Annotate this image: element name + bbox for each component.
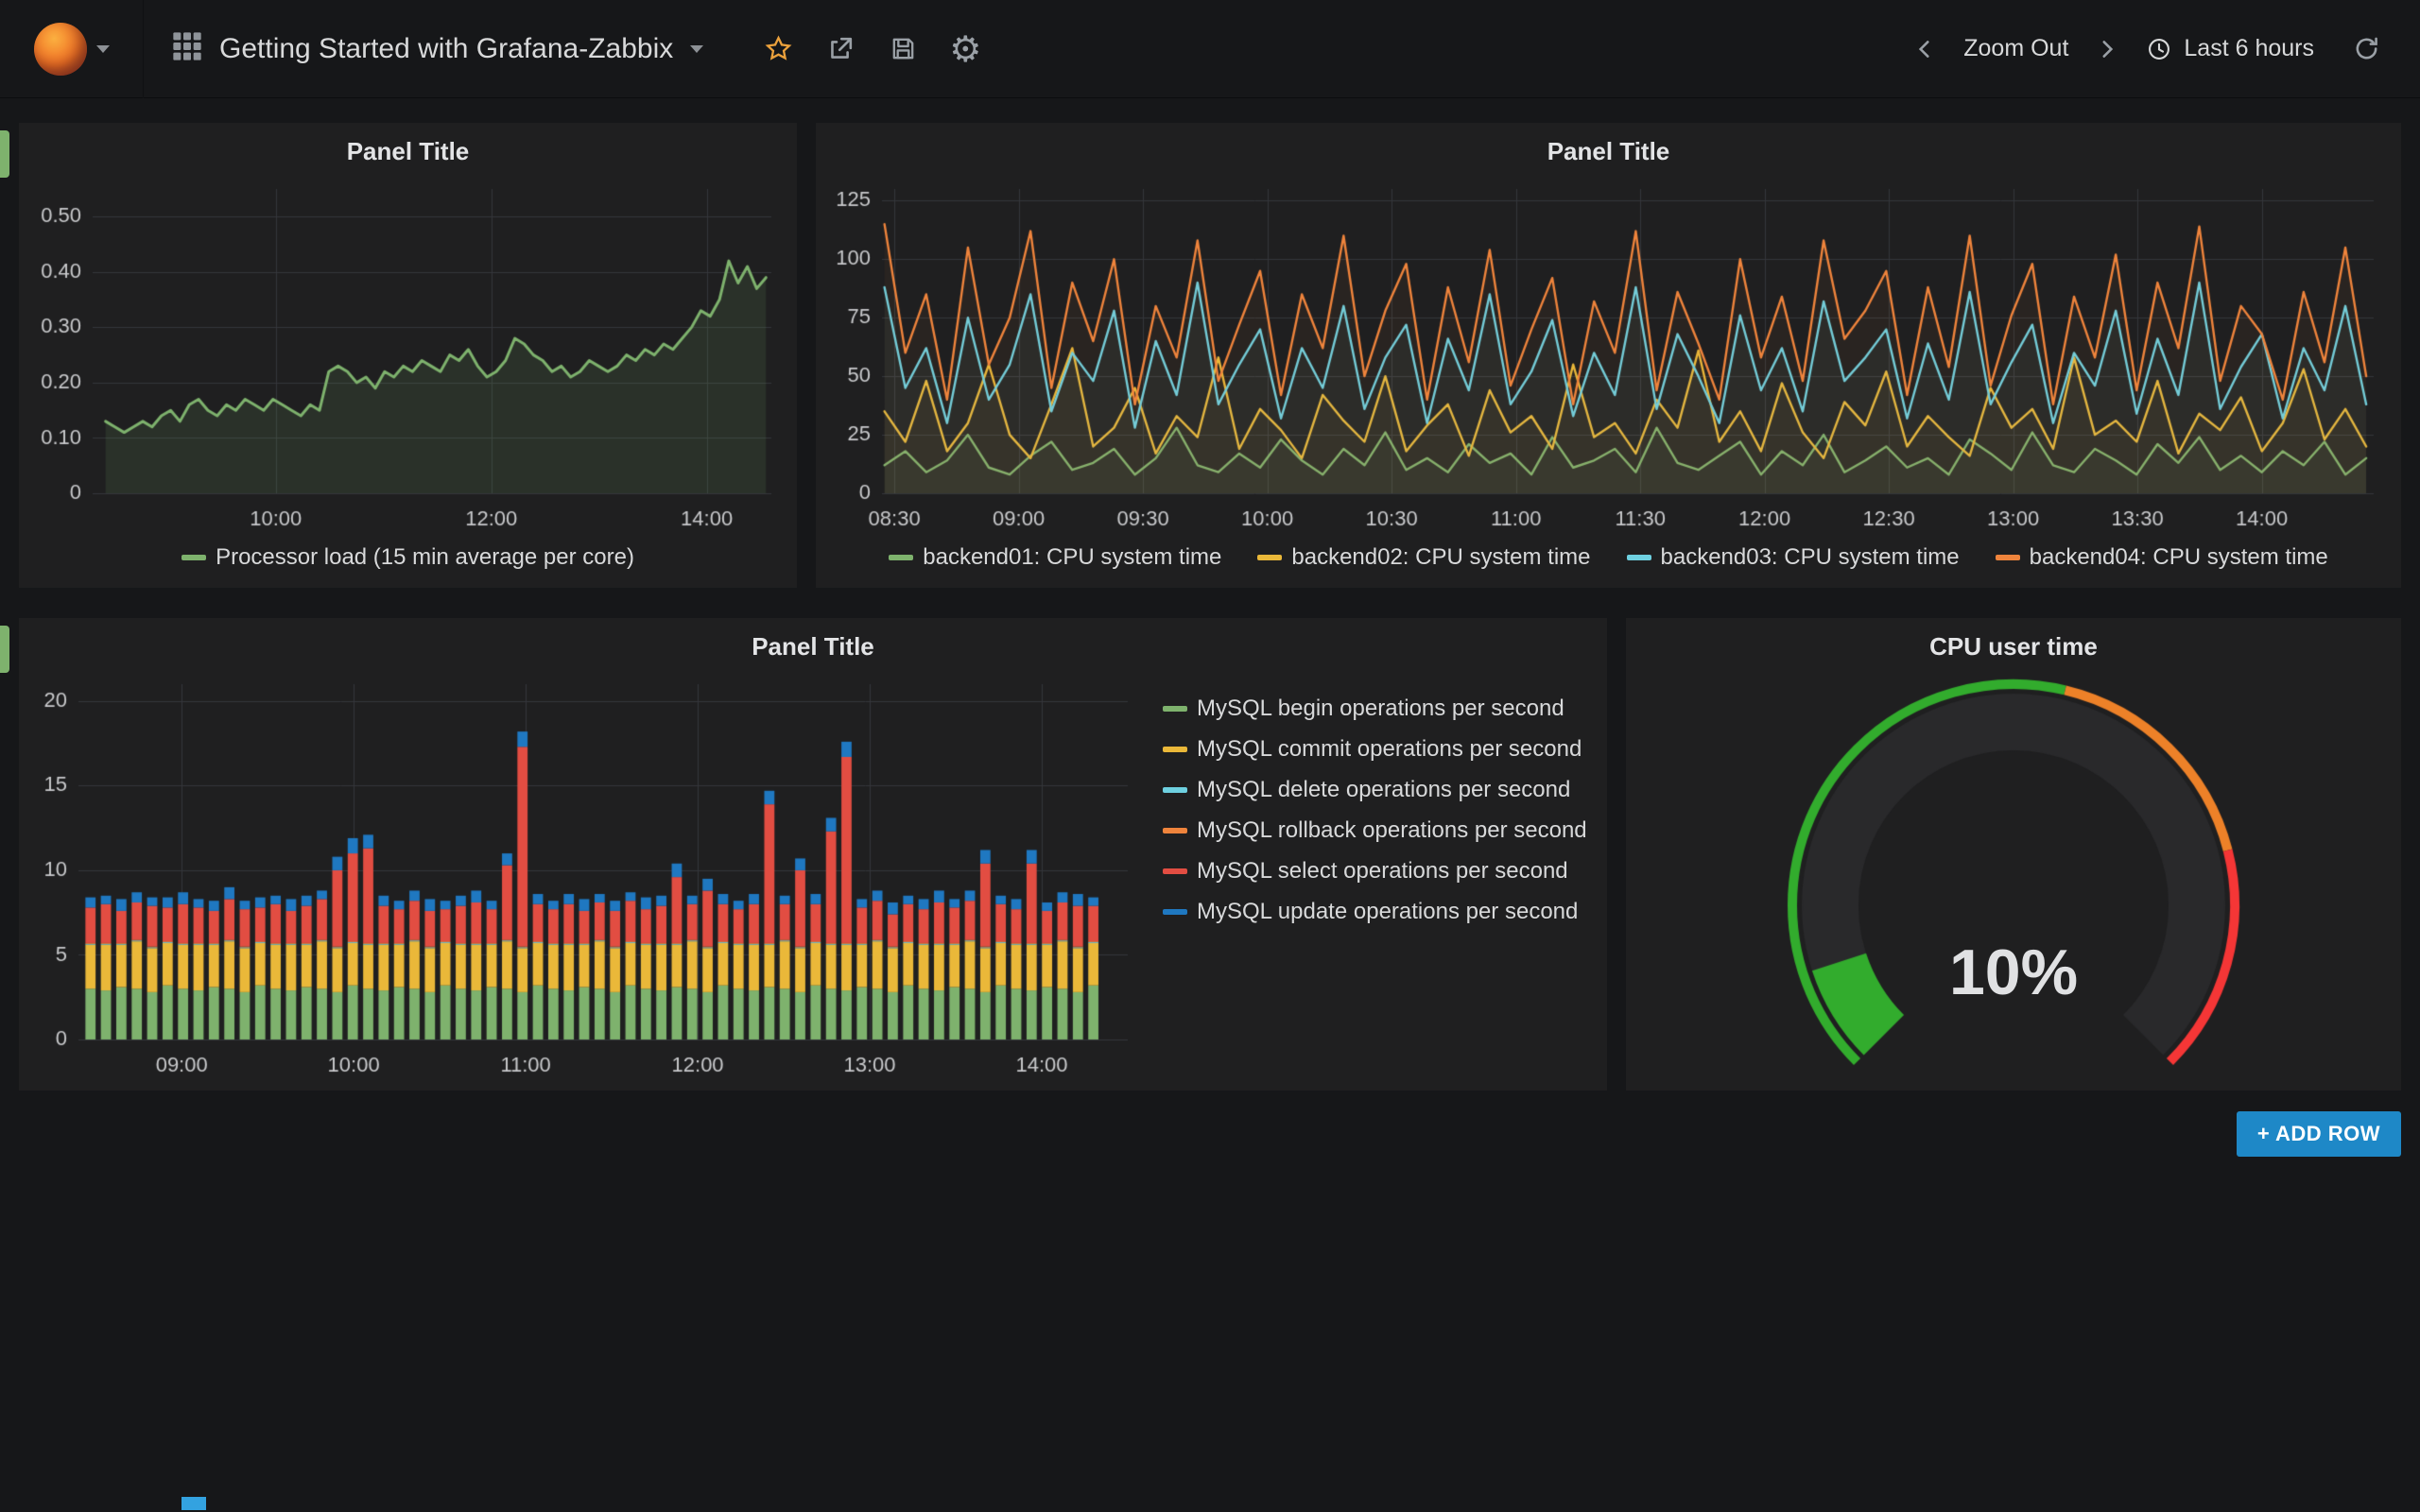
star-icon xyxy=(764,34,793,63)
legend-label: Processor load (15 min average per core) xyxy=(216,544,634,571)
panel-title[interactable]: Panel Title xyxy=(26,626,1599,667)
row-menu-tab[interactable] xyxy=(0,626,9,673)
chevron-right-icon xyxy=(2095,37,2119,61)
legend-label: MySQL begin operations per second xyxy=(1197,696,1564,722)
row-menu-tab[interactable] xyxy=(0,130,9,178)
caret-down-icon xyxy=(690,45,703,53)
caret-down-icon xyxy=(96,45,110,53)
legend-swatch xyxy=(182,555,206,560)
grafana-dashboard-page: { "navbar": { "title": "Getting Started … xyxy=(0,0,2420,1512)
legend-item[interactable]: MySQL select operations per second xyxy=(1163,858,1568,885)
time-shift-back-button[interactable] xyxy=(1899,24,1950,75)
grafana-logo-button[interactable] xyxy=(0,0,144,98)
legend-item[interactable]: backend02: CPU system time xyxy=(1257,544,1590,571)
settings-button[interactable]: ⚙ xyxy=(940,24,991,75)
panel-title[interactable]: Panel Title xyxy=(26,130,789,172)
legend-item[interactable]: backend04: CPU system time xyxy=(1996,544,2328,571)
refresh-button[interactable] xyxy=(2341,24,2392,75)
time-shift-forward-button[interactable] xyxy=(2082,24,2133,75)
save-icon xyxy=(889,34,918,63)
dashboard-grid-icon xyxy=(172,31,202,66)
save-button[interactable] xyxy=(877,24,928,75)
time-controls: Zoom Out Last 6 hours xyxy=(1899,24,2420,75)
add-row-button[interactable]: + ADD ROW xyxy=(2237,1111,2401,1157)
legend-item[interactable]: MySQL delete operations per second xyxy=(1163,777,1570,803)
share-button[interactable] xyxy=(815,24,866,75)
chart-legend: Processor load (15 min average per core) xyxy=(26,537,789,578)
panel-mysql-operations: Panel Title MySQL begin operations per s… xyxy=(19,618,1607,1091)
share-icon xyxy=(826,34,856,63)
star-button[interactable] xyxy=(752,24,804,75)
processor-load-chart[interactable] xyxy=(30,172,786,537)
legend-item[interactable]: MySQL begin operations per second xyxy=(1163,696,1564,722)
legend-item[interactable]: backend01: CPU system time xyxy=(889,544,1221,571)
legend-label: MySQL commit operations per second xyxy=(1197,736,1582,763)
legend-swatch xyxy=(1163,787,1187,793)
legend-item[interactable]: MySQL commit operations per second xyxy=(1163,736,1582,763)
panel-cpu-user-time-gauge: CPU user time 10% xyxy=(1626,618,2401,1091)
mysql-operations-chart[interactable] xyxy=(31,667,1143,1083)
dashboard-row-1: Panel Title Processor load (15 min avera… xyxy=(19,123,2401,588)
cpu-system-time-chart[interactable] xyxy=(829,172,2389,537)
legend-swatch xyxy=(1163,706,1187,712)
panel-processor-load: Panel Title Processor load (15 min avera… xyxy=(19,123,797,588)
legend-label: MySQL select operations per second xyxy=(1197,858,1568,885)
time-range-picker[interactable]: Last 6 hours xyxy=(2146,35,2314,62)
panel-title[interactable]: Panel Title xyxy=(823,130,2394,172)
bottom-left-blue-tab[interactable] xyxy=(182,1497,206,1510)
panel-title[interactable]: CPU user time xyxy=(1634,626,2394,667)
navbar: Getting Started with Grafana-Zabbix ⚙ xyxy=(0,0,2420,98)
legend-swatch xyxy=(1163,828,1187,833)
legend-label: backend04: CPU system time xyxy=(2030,544,2328,571)
legend-label: backend01: CPU system time xyxy=(923,544,1221,571)
legend-swatch xyxy=(1996,555,2020,560)
legend-swatch xyxy=(889,555,913,560)
dashboard-title: Getting Started with Grafana-Zabbix xyxy=(219,33,673,65)
dashboard-footer: + ADD ROW xyxy=(19,1111,2401,1157)
chart-legend: MySQL begin operations per second MySQL c… xyxy=(1148,667,1599,1083)
legend-label: MySQL update operations per second xyxy=(1197,899,1578,925)
legend-item[interactable]: MySQL update operations per second xyxy=(1163,899,1578,925)
time-range-label: Last 6 hours xyxy=(2184,35,2314,62)
legend-item[interactable]: backend03: CPU system time xyxy=(1627,544,1960,571)
legend-item[interactable]: Processor load (15 min average per core) xyxy=(182,544,634,571)
grafana-logo-icon xyxy=(34,23,87,76)
legend-swatch xyxy=(1163,747,1187,752)
refresh-icon xyxy=(2352,34,2381,63)
legend-label: MySQL delete operations per second xyxy=(1197,777,1570,803)
legend-label: backend03: CPU system time xyxy=(1661,544,1960,571)
gear-icon: ⚙ xyxy=(949,31,981,67)
chart-legend: backend01: CPU system time backend02: CPU… xyxy=(823,537,2394,578)
cpu-user-time-gauge[interactable] xyxy=(1637,667,2390,1074)
legend-label: MySQL rollback operations per second xyxy=(1197,817,1587,844)
legend-swatch xyxy=(1627,555,1651,560)
chevron-left-icon xyxy=(1912,37,1937,61)
dashboard-title-button[interactable]: Getting Started with Grafana-Zabbix xyxy=(144,0,732,98)
legend-swatch xyxy=(1257,555,1282,560)
legend-swatch xyxy=(1163,909,1187,915)
legend-label: backend02: CPU system time xyxy=(1291,544,1590,571)
dashboard-grid: Panel Title Processor load (15 min avera… xyxy=(0,98,2420,1157)
legend-item[interactable]: MySQL rollback operations per second xyxy=(1163,817,1587,844)
dashboard-row-2: Panel Title MySQL begin operations per s… xyxy=(19,618,2401,1091)
legend-swatch xyxy=(1163,868,1187,874)
panel-cpu-system-time: Panel Title backend01: CPU system timeba… xyxy=(816,123,2401,588)
clock-icon xyxy=(2146,36,2172,62)
dashboard-actions: ⚙ xyxy=(752,24,991,75)
zoom-out-button[interactable]: Zoom Out xyxy=(1963,35,2068,62)
